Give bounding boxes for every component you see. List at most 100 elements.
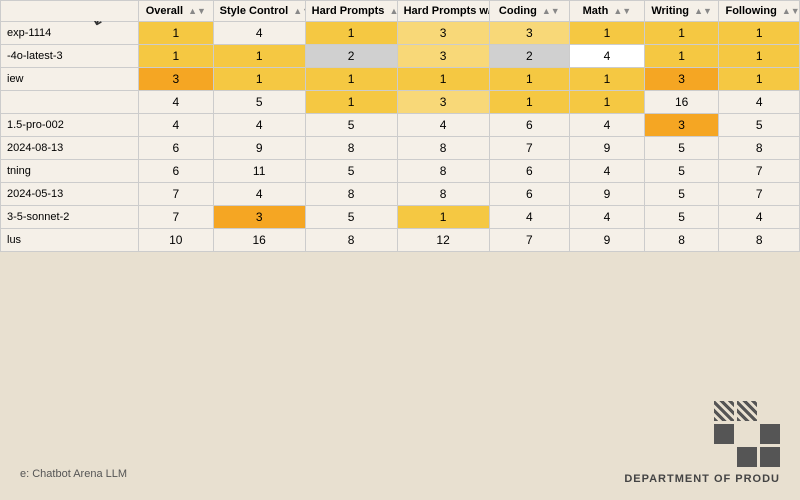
cell-coding: 6	[489, 183, 569, 206]
cell-hard_prompts: 2	[305, 45, 397, 68]
cell-model	[1, 91, 139, 114]
cell-hard_w_style: 1	[397, 68, 489, 91]
cell-model: iew	[1, 68, 139, 91]
cell-math: 9	[570, 137, 645, 160]
logo-cell-9	[760, 447, 780, 467]
cell-overall: 10	[138, 229, 213, 252]
cell-hard_prompts: 1	[305, 22, 397, 45]
cell-writing: 5	[644, 206, 719, 229]
cell-math: 4	[570, 206, 645, 229]
cell-hard_prompts: 8	[305, 229, 397, 252]
cell-following: 8	[719, 137, 800, 160]
cell-model: 3-5-sonnet-2	[1, 206, 139, 229]
source-citation: e: Chatbot Arena LLM	[20, 468, 127, 480]
logo-cell-4	[714, 424, 734, 444]
col-label-style: Style Control	[220, 5, 288, 17]
cell-coding: 2	[489, 45, 569, 68]
cell-style_control: 5	[213, 91, 305, 114]
table-row: tning611586457	[1, 160, 800, 183]
data-table-wrapper: Overall ▲▼ Style Control ▲▼ Hard Prompts…	[0, 0, 800, 252]
cell-following: 7	[719, 183, 800, 206]
col-header-coding[interactable]: Coding ▲▼	[489, 1, 569, 22]
cell-hard_w_style: 4	[397, 114, 489, 137]
cell-math: 4	[570, 45, 645, 68]
footer: e: Chatbot Arena LLM DEPARTMENT OF PRODU	[0, 330, 800, 500]
department-logo: DEPARTMENT OF PRODU	[624, 401, 780, 485]
cell-hard_w_style: 12	[397, 229, 489, 252]
cell-writing: 5	[644, 160, 719, 183]
cell-hard_w_style: 8	[397, 183, 489, 206]
cell-model: exp-1114	[1, 22, 139, 45]
col-header-hard[interactable]: Hard Prompts ▲▼	[305, 1, 397, 22]
cell-model: tning	[1, 160, 139, 183]
logo-cell-7	[714, 447, 734, 467]
logo-cell-3	[760, 401, 780, 421]
logo-cell-8	[737, 447, 757, 467]
col-header-math[interactable]: Math ▲▼	[570, 1, 645, 22]
cell-writing: 16	[644, 91, 719, 114]
cell-coding: 7	[489, 137, 569, 160]
table-row: iew31111131	[1, 68, 800, 91]
cell-overall: 6	[138, 160, 213, 183]
cell-overall: 6	[138, 137, 213, 160]
col-label-writing: Writing	[651, 5, 689, 17]
rankings-table: Overall ▲▼ Style Control ▲▼ Hard Prompts…	[0, 0, 800, 252]
cell-hard_w_style: 8	[397, 137, 489, 160]
cell-hard_w_style: 8	[397, 160, 489, 183]
col-header-model[interactable]	[1, 1, 139, 22]
cell-overall: 4	[138, 91, 213, 114]
logo-grid	[714, 401, 780, 467]
cell-hard_w_style: 3	[397, 22, 489, 45]
cell-model: 2024-08-13	[1, 137, 139, 160]
table-row: 2024-08-1369887958	[1, 137, 800, 160]
table-row: 1.5-pro-00244546435	[1, 114, 800, 137]
table-row: 2024-05-1374886957	[1, 183, 800, 206]
col-label-math: Math	[583, 5, 609, 17]
cell-following: 7	[719, 160, 800, 183]
sort-arrow-following: ▲▼	[782, 6, 800, 16]
cell-overall: 7	[138, 183, 213, 206]
cell-overall: 3	[138, 68, 213, 91]
cell-model: 2024-05-13	[1, 183, 139, 206]
col-header-style[interactable]: Style Control ▲▼	[213, 1, 305, 22]
cell-following: 8	[719, 229, 800, 252]
col-header-writing[interactable]: Writing ▲▼	[644, 1, 719, 22]
col-label-overall: Overall	[146, 5, 183, 17]
col-label-wstyle: Hard Prompts w/ Style Control	[404, 5, 489, 17]
col-header-wstyle[interactable]: Hard Prompts w/ Style Control ▲▼	[397, 1, 489, 22]
cell-math: 9	[570, 183, 645, 206]
cell-overall: 7	[138, 206, 213, 229]
cell-math: 9	[570, 229, 645, 252]
cell-hard_w_style: 3	[397, 91, 489, 114]
cell-hard_w_style: 1	[397, 206, 489, 229]
cell-model: lus	[1, 229, 139, 252]
cell-coding: 3	[489, 22, 569, 45]
col-label-hard: Hard Prompts	[312, 5, 385, 17]
cell-coding: 4	[489, 206, 569, 229]
cell-overall: 4	[138, 114, 213, 137]
dept-label: DEPARTMENT OF PRODU	[624, 473, 780, 485]
cell-math: 4	[570, 160, 645, 183]
cell-style_control: 4	[213, 183, 305, 206]
cell-writing: 5	[644, 137, 719, 160]
table-row: 451311164	[1, 91, 800, 114]
cell-overall: 1	[138, 22, 213, 45]
cell-writing: 3	[644, 114, 719, 137]
cell-following: 4	[719, 91, 800, 114]
col-header-overall[interactable]: Overall ▲▼	[138, 1, 213, 22]
cell-writing: 5	[644, 183, 719, 206]
cell-style_control: 11	[213, 160, 305, 183]
logo-cell-1	[714, 401, 734, 421]
cell-overall: 1	[138, 45, 213, 68]
cell-style_control: 4	[213, 22, 305, 45]
cell-hard_prompts: 5	[305, 160, 397, 183]
cell-style_control: 1	[213, 68, 305, 91]
sort-arrow-math: ▲▼	[613, 6, 631, 16]
cell-writing: 3	[644, 68, 719, 91]
cell-hard_prompts: 5	[305, 114, 397, 137]
cell-writing: 1	[644, 22, 719, 45]
cell-following: 1	[719, 45, 800, 68]
col-header-following[interactable]: Following ▲▼	[719, 1, 800, 22]
table-row: -4o-latest-311232411	[1, 45, 800, 68]
cell-hard_prompts: 1	[305, 68, 397, 91]
